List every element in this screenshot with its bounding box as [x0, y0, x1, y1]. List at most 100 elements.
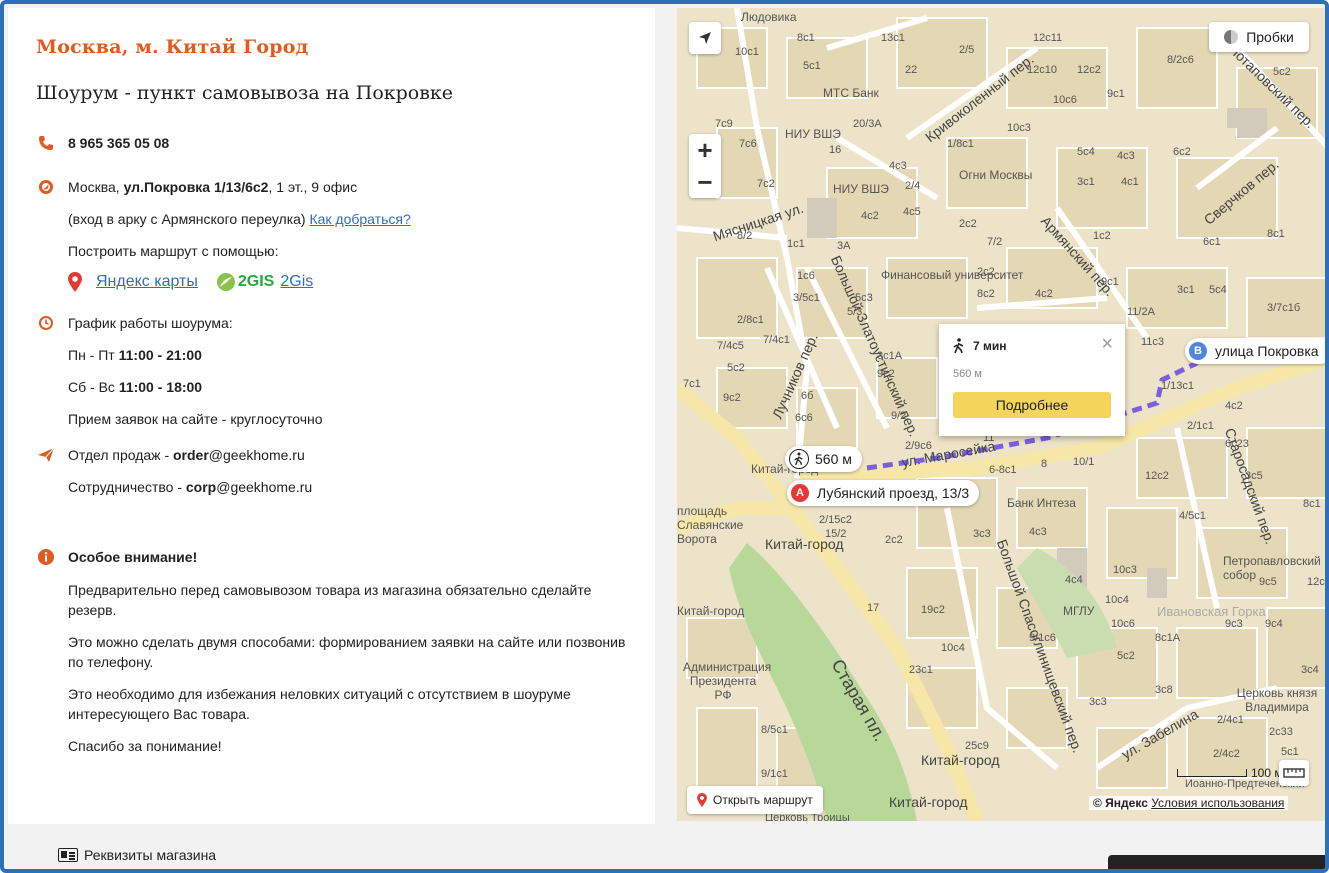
- address-prefix: Москва,: [68, 179, 124, 195]
- house-number: 7с2: [757, 178, 775, 190]
- ruler-button[interactable]: [1279, 760, 1309, 786]
- yandex-copyright: © Яндекс: [1093, 796, 1148, 810]
- route-popup: × 7 мин 560 м Подробнее: [939, 324, 1125, 436]
- 2gis-logo: 2GIS: [216, 272, 274, 292]
- house-number: 10с6: [1111, 618, 1135, 630]
- house-number: 9с2: [877, 368, 895, 380]
- weekday-hours: 11:00 - 21:00: [118, 347, 202, 363]
- address-row: Москва, ул.Покровка 1/13/6с2, 1 эт., 9 о…: [36, 178, 627, 196]
- house-number: 4/5с1: [1179, 510, 1206, 522]
- route-prompt: Построить маршрут с помощью:: [68, 243, 279, 259]
- house-number: 8с1: [1267, 228, 1285, 240]
- house-number: 5с2: [1273, 66, 1291, 78]
- house-number: 5с1: [803, 60, 821, 72]
- house-number: 9с2: [723, 392, 741, 404]
- weekend-hours-row: Сб - Вс 11:00 - 18:00: [68, 378, 627, 396]
- zoom-out-button[interactable]: −: [689, 166, 721, 198]
- house-number: 5с2: [727, 362, 745, 374]
- house-number: 3/7с1б: [1267, 302, 1301, 314]
- house-number: 7с6: [739, 138, 757, 150]
- house-number: 2с2: [885, 534, 903, 546]
- house-number: 4с5: [903, 206, 921, 218]
- house-number: 3А: [837, 240, 851, 252]
- house-number: 17: [867, 602, 880, 614]
- house-number: 12с10: [1027, 64, 1057, 76]
- house-number: 3с1А: [877, 350, 903, 362]
- 2gis-link[interactable]: 2Gis: [280, 273, 313, 291]
- partner-label: Сотрудничество -: [68, 479, 186, 495]
- house-number: 22: [905, 64, 918, 76]
- house-number: 2/9с6: [905, 440, 932, 452]
- house-number: 13с1: [881, 32, 905, 44]
- directions-link[interactable]: Как добраться?: [309, 211, 410, 227]
- open-route-label: Открыть маршрут: [713, 793, 813, 807]
- zoom-in-button[interactable]: +: [689, 134, 721, 166]
- partner-row: Сотрудничество - corp@geekhome.ru: [68, 478, 627, 496]
- house-number: 2/15с2: [819, 514, 853, 526]
- house-number: 5с4: [1077, 146, 1095, 158]
- point-a-pin-icon: A: [791, 484, 809, 502]
- terms-link[interactable]: Условия использования: [1151, 796, 1284, 810]
- chat-widget-tab[interactable]: [1108, 855, 1325, 869]
- route-links: Яндекс карты 2GIS 2Gis: [68, 272, 627, 292]
- popup-time-value: 7 мин: [973, 339, 1007, 353]
- house-number: 8/2с6: [1167, 54, 1194, 66]
- house-number: 8с1: [797, 32, 815, 44]
- house-number: 4с4: [1065, 574, 1083, 586]
- open-route-button[interactable]: Открыть маршрут: [687, 786, 823, 814]
- house-number: 6с2: [1173, 146, 1191, 158]
- map-label-slavyanskie-vorota: площадь Славянские Ворота: [677, 504, 744, 546]
- house-number: 10с3: [1113, 564, 1137, 576]
- walking-circle-icon: [789, 449, 809, 469]
- traffic-icon: [1224, 30, 1239, 44]
- house-number: 8/5с1: [761, 724, 788, 736]
- close-icon[interactable]: ×: [1101, 334, 1113, 354]
- address-text: Москва, ул.Покровка 1/13/6с2, 1 эт., 9 о…: [68, 178, 357, 196]
- house-number: 4с3: [1117, 150, 1135, 162]
- traffic-label: Пробки: [1246, 29, 1294, 45]
- scale-value: 100 м: [1251, 766, 1283, 780]
- house-number: 9с4: [1265, 618, 1283, 630]
- point-b-pin-icon: B: [1189, 342, 1207, 360]
- point-a-label: Лубянский проезд, 13/3: [817, 485, 970, 501]
- route-distance-badge: 560 м: [785, 446, 862, 472]
- house-number: 3с5: [1245, 470, 1263, 482]
- house-number: 2с33: [1269, 726, 1293, 738]
- requisites-link[interactable]: Реквизиты магазина: [58, 847, 216, 863]
- sales-email-domain[interactable]: @geekhome.ru: [209, 447, 305, 463]
- ruler-icon: [1283, 768, 1305, 778]
- weekday-label: Пн - Пт: [68, 347, 119, 363]
- phone-number[interactable]: 8 965 365 05 08: [68, 134, 169, 152]
- house-number: 7/4с1: [763, 334, 790, 346]
- yandex-maps-link[interactable]: Яндекс карты: [96, 273, 198, 291]
- house-number: 7/2: [987, 236, 1003, 248]
- partner-email-user[interactable]: corp: [186, 479, 216, 495]
- zoom-control: + −: [689, 134, 721, 198]
- online-orders-note: Прием заявок на сайте - круглосуточно: [68, 411, 323, 427]
- traffic-button[interactable]: Пробки: [1209, 22, 1309, 52]
- house-number: 19с2: [921, 604, 945, 616]
- house-number: 7с1: [683, 378, 701, 390]
- house-number: 3с3: [1089, 696, 1107, 708]
- geolocation-button[interactable]: [689, 22, 721, 54]
- schedule-title-row: График работы шоурума:: [36, 314, 627, 332]
- house-number: 10с3: [1007, 122, 1031, 134]
- house-number: 4с2: [861, 210, 879, 222]
- clock-icon: [36, 314, 56, 332]
- house-number: 7с9: [715, 118, 733, 130]
- point-b-label: улица Покровка: [1215, 343, 1319, 359]
- house-number: 1с1: [787, 238, 805, 250]
- point-b-marker[interactable]: B улица Покровка: [1185, 338, 1325, 364]
- house-number: 9с1: [1107, 88, 1125, 100]
- house-number: 3с3: [973, 528, 991, 540]
- house-number: 10с4: [941, 642, 965, 654]
- sales-email-user[interactable]: order: [173, 447, 209, 463]
- house-number: 10/1: [1073, 456, 1095, 468]
- point-a-marker[interactable]: A Лубянский проезд, 13/3: [787, 480, 980, 506]
- partner-email-domain[interactable]: @geekhome.ru: [216, 479, 312, 495]
- details-button[interactable]: Подробнее: [953, 392, 1111, 418]
- house-number: 9/2: [891, 410, 907, 422]
- 2gis-leaf-icon: [216, 273, 235, 291]
- map-label-ludovika: Людовика: [741, 10, 797, 24]
- yandex-map[interactable]: Людовика МТС Банк НИУ ВШЭ НИУ ВШЭ Огни М…: [677, 8, 1325, 821]
